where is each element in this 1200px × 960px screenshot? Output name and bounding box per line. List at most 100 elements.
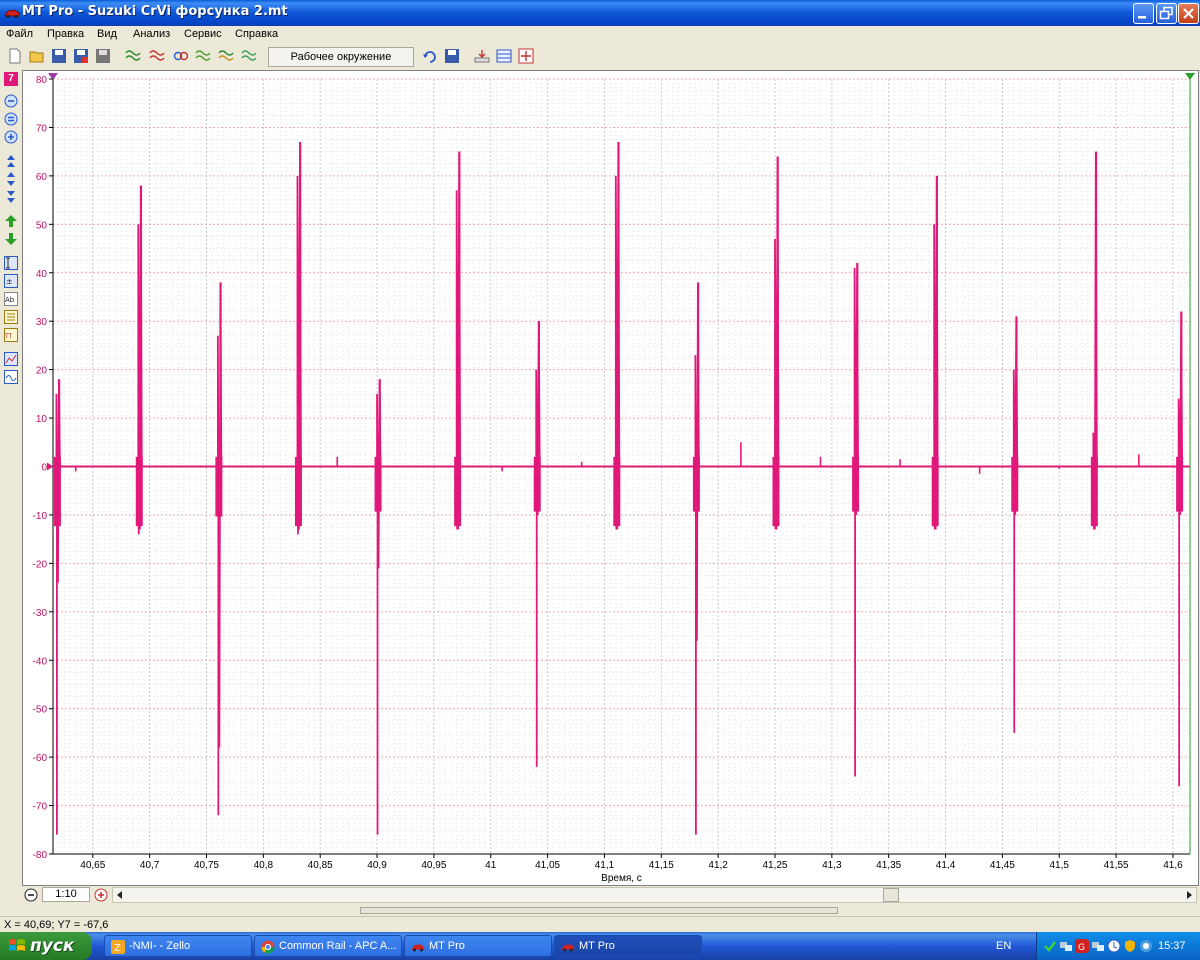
save-as-icon[interactable] <box>73 48 89 64</box>
y-tick-label: 10 <box>36 414 48 425</box>
horizontal-scrollbar[interactable] <box>112 887 1197 903</box>
task-chrome[interactable]: Common Rail - APC A... <box>254 935 402 957</box>
fit-view-icon[interactable] <box>518 48 534 64</box>
menu-file[interactable]: Файл <box>6 28 33 40</box>
y-tick-label: -80 <box>33 850 48 861</box>
messenger-icon[interactable] <box>1139 939 1153 953</box>
panel-splitter[interactable] <box>22 904 1199 916</box>
zero-marker-icon <box>47 462 53 471</box>
open-folder-icon[interactable] <box>29 48 45 64</box>
close-button[interactable] <box>1178 3 1199 24</box>
list-values-icon[interactable] <box>4 310 18 324</box>
task-label: MT Pro <box>579 940 615 952</box>
waveform-red-icon[interactable] <box>149 48 165 64</box>
splitter-grip[interactable] <box>360 907 838 914</box>
left-toolbar: 7 ± Ab TT <box>0 70 22 884</box>
zoom-reset-icon[interactable] <box>4 112 18 126</box>
connection-icon[interactable] <box>1091 939 1105 953</box>
undo-icon[interactable] <box>422 48 438 64</box>
x-tick-label: 41,45 <box>990 860 1015 871</box>
move-up-icon[interactable] <box>4 154 18 168</box>
waveform-green-icon[interactable] <box>195 48 211 64</box>
channel-badge[interactable]: 7 <box>4 72 18 86</box>
save-icon[interactable] <box>51 48 67 64</box>
menu-help[interactable]: Справка <box>235 28 278 40</box>
x-tick-label: 40,85 <box>308 860 333 871</box>
check-icon[interactable] <box>1043 939 1057 953</box>
mt-pro-car-icon <box>4 9 20 19</box>
x-tick-label: 41,1 <box>595 860 615 871</box>
menu-edit[interactable]: Правка <box>47 28 84 40</box>
save-view-icon[interactable] <box>444 48 460 64</box>
title-bar: MT Pro - Suzuki CrVi форсунка 2.mt <box>0 0 1200 26</box>
arrow-up-green-icon[interactable] <box>4 214 18 228</box>
new-file-icon[interactable] <box>7 48 23 64</box>
cursor-tool-icon[interactable] <box>474 48 490 64</box>
overlay-waves-icon[interactable] <box>173 48 189 64</box>
x-tick-label: 41,05 <box>535 860 560 871</box>
task-label: Common Rail - APC A... <box>279 940 397 952</box>
waveform-icon[interactable] <box>125 48 141 64</box>
text-label-icon[interactable]: Ab <box>4 292 18 306</box>
x-tick-label: 40,9 <box>367 860 387 871</box>
task-mt-pro-2[interactable]: MT Pro <box>554 935 702 957</box>
signal-chart[interactable]: 80 70 60 50 40 30 20 10 0 -10 -20 -30 -40 -50 -60 -70 -8… <box>23 71 1198 885</box>
injector-pulse <box>692 282 700 835</box>
workspace-dropdown[interactable]: Рабочее окружение <box>268 47 414 67</box>
y-tick-label: 60 <box>36 172 48 183</box>
close-icon <box>1183 8 1194 19</box>
waveform-settings-icon[interactable] <box>241 48 257 64</box>
chart-view-icon[interactable] <box>4 352 18 366</box>
shield-icon[interactable] <box>1123 939 1137 953</box>
vertical-cursor-icon[interactable] <box>4 256 18 270</box>
oscilloscope-plot[interactable]: 80 70 60 50 40 30 20 10 0 -10 -20 -30 -40 -50 -60 -70 -8… <box>22 70 1199 886</box>
x-tick-label: 40,65 <box>80 860 105 871</box>
restore-button[interactable] <box>1156 3 1177 24</box>
menu-analysis[interactable]: Анализ <box>133 28 170 40</box>
y-tick-label: 80 <box>36 75 48 86</box>
grid-view-icon[interactable] <box>496 48 512 64</box>
x-tick-label: 41,5 <box>1050 860 1070 871</box>
injector-pulse <box>53 379 61 835</box>
mt-pro-icon <box>411 944 425 952</box>
move-down-icon[interactable] <box>4 190 18 204</box>
arrow-down-green-icon[interactable] <box>4 232 18 246</box>
task-label: MT Pro <box>429 940 465 952</box>
start-button[interactable]: пуск <box>0 932 92 960</box>
language-indicator[interactable]: EN <box>996 940 1011 952</box>
injector-pulse <box>852 263 860 777</box>
x-tick-label: 41,4 <box>936 860 956 871</box>
injector-pulse <box>931 175 939 530</box>
signal-view-icon[interactable] <box>4 370 18 384</box>
task-zello[interactable]: Z -NMI- - Zello <box>104 935 252 957</box>
save-all-icon[interactable] <box>95 48 111 64</box>
measure-cursor-icon[interactable]: ± <box>4 274 18 288</box>
y-tick-label: -70 <box>33 802 48 813</box>
time-zoom-in-icon[interactable] <box>94 888 108 902</box>
waveform-compare-icon[interactable] <box>218 48 234 64</box>
zoom-out-icon[interactable] <box>4 94 18 108</box>
zoom-in-icon[interactable] <box>4 130 18 144</box>
main-toolbar: Рабочее окружение <box>0 44 1200 71</box>
workspace-label: Рабочее окружение <box>290 51 392 63</box>
injector-pulse <box>294 141 302 535</box>
scroll-left-icon[interactable] <box>113 888 127 902</box>
minimize-button[interactable] <box>1133 3 1154 24</box>
task-mt-pro-1[interactable]: MT Pro <box>404 935 552 957</box>
y-tick-label: 20 <box>36 366 48 377</box>
scroll-right-icon[interactable] <box>1182 888 1196 902</box>
x-tick-label: 41 <box>485 860 497 871</box>
injector-pulse <box>1176 311 1184 787</box>
scroll-thumb[interactable] <box>883 888 899 902</box>
update-icon[interactable] <box>1107 939 1121 953</box>
expand-vertical-icon[interactable] <box>4 172 18 186</box>
chrome-icon <box>261 940 275 954</box>
network-icon[interactable] <box>1059 939 1073 953</box>
menu-service[interactable]: Сервис <box>184 28 222 40</box>
menu-view[interactable]: Вид <box>97 28 117 40</box>
window-title: MT Pro - Suzuki CrVi форсунка 2.mt <box>22 4 288 19</box>
x-tick-label: 40,95 <box>421 860 446 871</box>
antivirus-icon[interactable]: G <box>1075 939 1089 953</box>
time-zoom-out-icon[interactable] <box>24 888 38 902</box>
channel-labels-icon[interactable]: TT <box>4 328 18 342</box>
